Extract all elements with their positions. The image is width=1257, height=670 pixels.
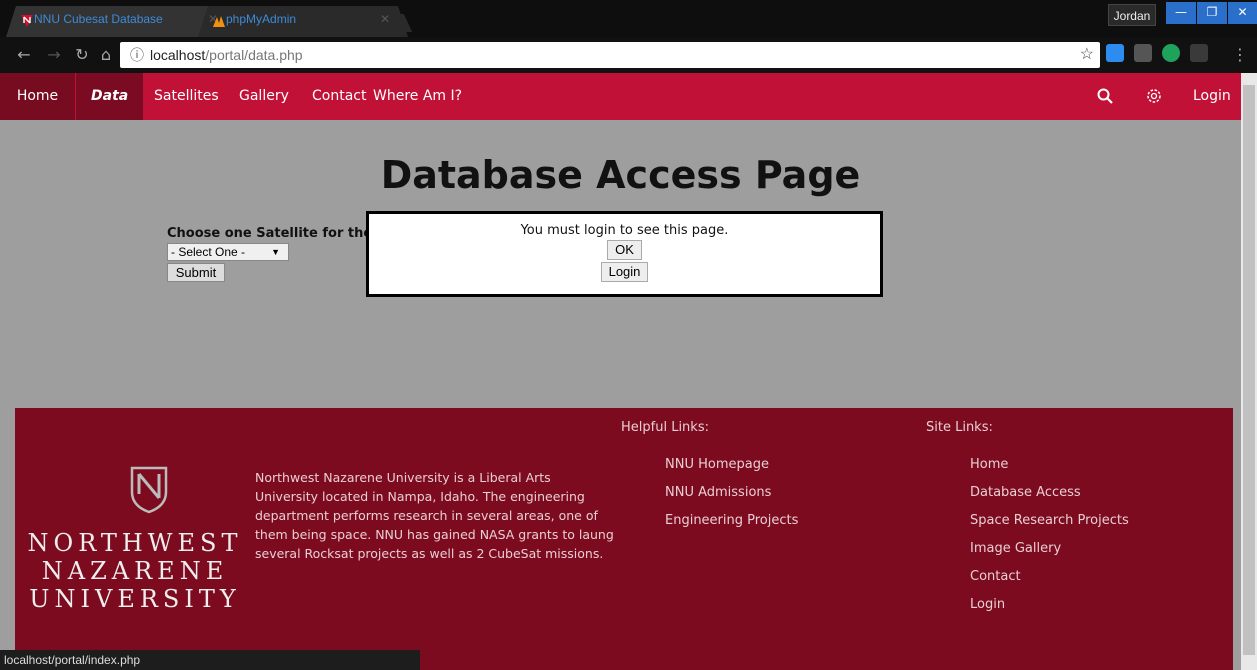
- select-value: - Select One -: [171, 245, 246, 259]
- site-navbar: Home Data Satellites Gallery Contact Whe…: [0, 73, 1241, 120]
- address-bar[interactable]: ⓘ localhost/portal/data.php ☆: [120, 42, 1100, 68]
- scrollbar-thumb[interactable]: [1243, 85, 1255, 655]
- footer-link-image-gallery[interactable]: Image Gallery: [970, 541, 1061, 556]
- star-icon[interactable]: ☆: [1080, 42, 1094, 68]
- grammarly-icon[interactable]: [1162, 44, 1180, 62]
- back-icon[interactable]: ←: [14, 45, 34, 65]
- login-required-dialog: You must login to see this page. OK Logi…: [366, 211, 883, 297]
- nav-contact[interactable]: Contact: [312, 73, 366, 120]
- nnu-shield-logo-icon: [130, 466, 168, 514]
- footer-about-text: Northwest Nazarene University is a Liber…: [255, 470, 614, 561]
- footer-link-nnu-admissions[interactable]: NNU Admissions: [665, 485, 771, 500]
- ok-button[interactable]: OK: [607, 240, 642, 260]
- dialog-login-button[interactable]: Login: [600, 262, 649, 282]
- gear-icon[interactable]: [1145, 87, 1163, 105]
- nav-data[interactable]: Data: [76, 73, 144, 120]
- close-icon[interactable]: ✕: [380, 12, 390, 26]
- site-links-title: Site Links:: [926, 420, 993, 435]
- nav-where-am-i[interactable]: Where Am I?: [373, 73, 462, 120]
- status-bar-url: localhost/portal/index.php: [0, 650, 420, 670]
- forward-icon[interactable]: →: [44, 45, 64, 65]
- tab-phpmyadmin[interactable]: phpMyAdmin ✕: [198, 6, 408, 37]
- dialog-message: You must login to see this page.: [520, 223, 729, 238]
- url-path: /portal/data.php: [205, 47, 303, 63]
- home-icon[interactable]: ⌂: [96, 45, 116, 65]
- info-icon[interactable]: ⓘ: [130, 42, 144, 68]
- footer-link-engineering-projects[interactable]: Engineering Projects: [665, 513, 798, 528]
- logo-text-nazarene: NAZARENE: [41, 557, 229, 585]
- logo-text-northwest: NORTHWEST: [27, 529, 243, 557]
- extension-icon[interactable]: [1190, 44, 1208, 62]
- satellite-form: Choose one Satellite for the Da - Select…: [167, 226, 396, 282]
- page: Home Data Satellites Gallery Contact Whe…: [0, 73, 1241, 670]
- extension-icon[interactable]: [1106, 44, 1124, 62]
- footer-link-home[interactable]: Home: [970, 457, 1008, 472]
- phpmyadmin-favicon-icon: [213, 16, 225, 27]
- browser-toolbar: ← → ↻ ⌂ ⓘ localhost/portal/data.php ☆ ⋮: [0, 37, 1257, 73]
- tab-title: NNU Cubesat Database: [34, 12, 163, 26]
- reload-icon[interactable]: ↻: [72, 45, 92, 65]
- footer-link-space-research[interactable]: Space Research Projects: [970, 513, 1129, 528]
- minimize-icon[interactable]: —: [1166, 2, 1196, 24]
- nnu-favicon-icon: [21, 15, 33, 27]
- page-scrollbar[interactable]: [1241, 73, 1257, 670]
- nav-satellites[interactable]: Satellites: [154, 73, 219, 120]
- tab-title: phpMyAdmin: [226, 12, 297, 26]
- tab-strip: NNU Cubesat Database ✕ phpMyAdmin ✕ Jord…: [0, 0, 1257, 37]
- menu-icon[interactable]: ⋮: [1230, 45, 1250, 65]
- logo-text-university: UNIVERSITY: [29, 585, 241, 613]
- footer-link-nnu-homepage[interactable]: NNU Homepage: [665, 457, 769, 472]
- profile-button[interactable]: Jordan: [1108, 4, 1156, 26]
- footer-link-login[interactable]: Login: [970, 597, 1005, 612]
- page-title: Database Access Page: [380, 153, 861, 197]
- restore-icon[interactable]: ❐: [1197, 2, 1227, 24]
- nav-home[interactable]: Home: [0, 73, 75, 120]
- extension-icon[interactable]: [1134, 44, 1152, 62]
- form-label: Choose one Satellite for the Da: [167, 226, 397, 241]
- url-host: localhost: [150, 47, 206, 63]
- helpful-links-title: Helpful Links:: [621, 420, 709, 435]
- satellite-select[interactable]: - Select One - ▼: [167, 243, 289, 261]
- site-footer: NORTHWEST NAZARENE UNIVERSITY Northwest …: [15, 408, 1233, 670]
- footer-link-contact[interactable]: Contact: [970, 569, 1021, 584]
- search-icon[interactable]: [1097, 88, 1113, 104]
- chevron-down-icon: ▼: [271, 247, 280, 257]
- close-window-icon[interactable]: ✕: [1228, 2, 1257, 24]
- nav-gallery[interactable]: Gallery: [239, 73, 289, 120]
- footer-link-database-access[interactable]: Database Access: [970, 485, 1081, 500]
- nav-login[interactable]: Login: [1193, 73, 1231, 120]
- submit-button[interactable]: Submit: [167, 263, 225, 282]
